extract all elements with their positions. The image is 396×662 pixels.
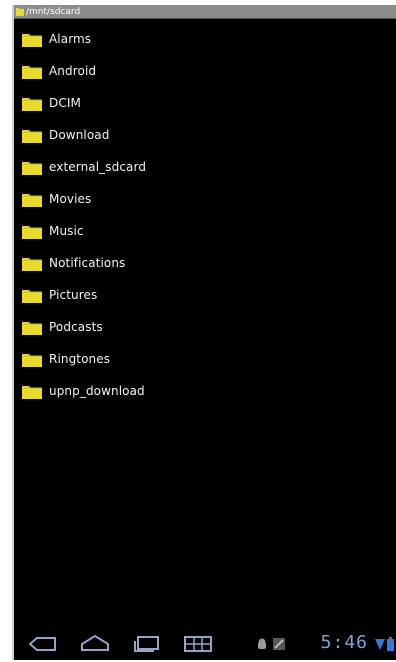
path-bar: /mnt/sdcard <box>14 5 396 19</box>
usb-icon <box>272 637 286 651</box>
folder-item-alarms[interactable]: Alarms <box>14 23 396 55</box>
system-navigation-bar: 5:46 <box>14 628 396 660</box>
folder-label: Ringtones <box>49 352 111 366</box>
folder-item-ringtones[interactable]: Ringtones <box>14 343 396 375</box>
folder-icon <box>21 159 43 176</box>
folder-label: Android <box>49 64 97 78</box>
folder-icon <box>21 223 43 240</box>
folder-label: Pictures <box>49 288 98 302</box>
folder-item-android[interactable]: Android <box>14 55 396 87</box>
folder-label: Podcasts <box>49 320 103 334</box>
folder-list: Alarms Android DCIM Download external_sd… <box>14 19 396 407</box>
battery-icon <box>387 637 394 651</box>
folder-item-external-sdcard[interactable]: external_sdcard <box>14 151 396 183</box>
folder-small-icon <box>16 7 24 16</box>
folder-item-upnp-download[interactable]: upnp_download <box>14 375 396 407</box>
folder-icon <box>21 31 43 48</box>
folder-icon <box>21 351 43 368</box>
recent-apps-icon[interactable] <box>132 635 162 653</box>
folder-label: external_sdcard <box>49 160 147 174</box>
folder-label: Download <box>49 128 110 142</box>
menu-grid-icon[interactable] <box>184 636 212 652</box>
wifi-icon <box>375 637 385 651</box>
folder-item-download[interactable]: Download <box>14 119 396 151</box>
folder-label: Movies <box>49 192 92 206</box>
folder-icon <box>21 319 43 336</box>
folder-label: Alarms <box>49 32 92 46</box>
folder-item-music[interactable]: Music <box>14 215 396 247</box>
folder-icon <box>21 255 43 272</box>
folder-icon <box>21 95 43 112</box>
current-path: /mnt/sdcard <box>26 6 81 17</box>
folder-icon <box>21 63 43 80</box>
folder-item-dcim[interactable]: DCIM <box>14 87 396 119</box>
android-icon <box>256 638 268 650</box>
folder-label: upnp_download <box>49 384 145 398</box>
folder-label: Music <box>49 224 84 238</box>
file-browser-screen: /mnt/sdcard Alarms Android DCIM Download… <box>12 5 396 660</box>
folder-item-pictures[interactable]: Pictures <box>14 279 396 311</box>
folder-item-movies[interactable]: Movies <box>14 183 396 215</box>
folder-icon <box>21 191 43 208</box>
back-icon[interactable] <box>28 636 58 652</box>
folder-label: DCIM <box>49 96 81 110</box>
folder-icon <box>21 383 43 400</box>
folder-item-notifications[interactable]: Notifications <box>14 247 396 279</box>
folder-icon <box>21 287 43 304</box>
folder-label: Notifications <box>49 256 126 270</box>
folder-item-podcasts[interactable]: Podcasts <box>14 311 396 343</box>
folder-icon <box>21 127 43 144</box>
status-time: 5:46 <box>320 632 368 653</box>
home-icon[interactable] <box>80 634 110 652</box>
